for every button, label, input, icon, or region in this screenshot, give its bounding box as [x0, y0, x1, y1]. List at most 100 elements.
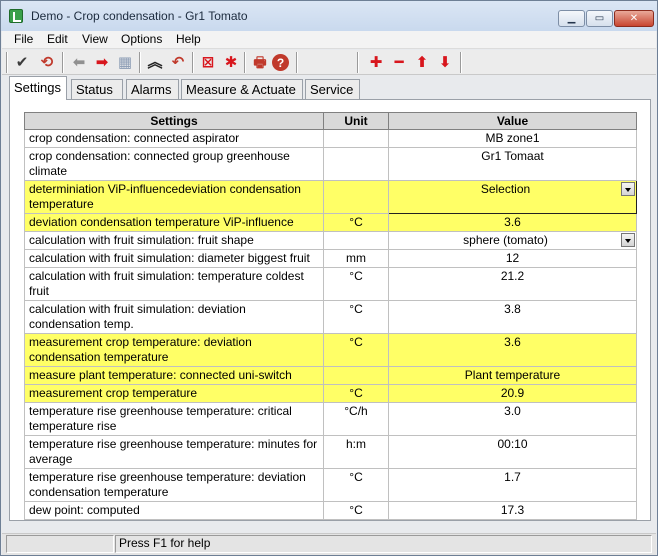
tab-alarms[interactable]: Alarms	[126, 79, 179, 99]
collapse-icon[interactable]: ︽	[145, 52, 165, 72]
menu-options[interactable]: Options	[119, 32, 164, 46]
setting-name-cell: crop condensation: connected aspirator	[24, 129, 324, 148]
table-row[interactable]: crop condensation: connected aspirator MB…	[24, 129, 637, 148]
setting-name-cell: temperature rise greenhouse temperature:…	[24, 435, 324, 469]
table-row[interactable]: measurement crop temperature °C 20.9	[24, 384, 637, 403]
value-cell[interactable]: 00:10	[388, 435, 637, 469]
table-row[interactable]: temperature rise greenhouse temperature:…	[24, 402, 637, 436]
settings-column-header[interactable]: Settings	[24, 112, 324, 130]
asterisk-icon[interactable]: ✱	[221, 52, 241, 72]
table-row[interactable]: measure plant temperature: connected uni…	[24, 366, 637, 385]
refresh-icon[interactable]: ⟲	[37, 52, 57, 72]
unit-cell: °C	[323, 468, 389, 502]
toolbar-separator	[244, 52, 246, 73]
value-cell[interactable]: 1.7	[388, 468, 637, 502]
value-text: 3.0	[504, 404, 521, 418]
move-up-icon[interactable]: ⬆	[412, 52, 432, 72]
maximize-button[interactable]: ▭	[586, 10, 613, 27]
unit-column-header[interactable]: Unit	[323, 112, 389, 130]
unit-cell: mm	[323, 249, 389, 268]
settings-panel: Settings Unit Value crop condensation: c…	[9, 99, 651, 521]
unit-cell	[323, 129, 389, 148]
value-cell[interactable]: 17.3	[388, 501, 637, 520]
value-column-header[interactable]: Value	[388, 112, 637, 130]
unit-cell	[323, 180, 389, 214]
setting-name-cell: determiniation ViP-influencedeviation co…	[24, 180, 324, 214]
setting-name-cell: calculation with fruit simulation: devia…	[24, 300, 324, 334]
value-cell[interactable]: 3.8	[388, 300, 637, 334]
menu-help[interactable]: Help	[174, 32, 203, 46]
setting-name-cell: deviation condensation temperature ViP-i…	[24, 213, 324, 232]
value-text: MB zone1	[485, 131, 540, 145]
table-row[interactable]: temperature rise greenhouse temperature:…	[24, 435, 637, 469]
unit-cell: °C	[323, 267, 389, 301]
table-row[interactable]: calculation with fruit simulation: tempe…	[24, 267, 637, 301]
tab-service[interactable]: Service	[305, 79, 360, 99]
value-text: Plant temperature	[464, 368, 561, 382]
value-dropdown[interactable]: Selection	[388, 180, 637, 214]
value-cell[interactable]: 3.6	[388, 333, 637, 367]
value-cell[interactable]: Plant temperature	[388, 366, 637, 385]
value-text: 3.8	[504, 302, 521, 316]
table-row[interactable]: dew point: computed °C 17.3	[24, 501, 637, 520]
arrow-left-icon[interactable]: ⬅	[69, 52, 89, 72]
value-cell[interactable]: MB zone1	[388, 129, 637, 148]
table-row[interactable]: temperature rise greenhouse temperature:…	[24, 468, 637, 502]
setting-name-cell: measurement crop temperature: deviation …	[24, 333, 324, 367]
setting-name-cell: calculation with fruit simulation: tempe…	[24, 267, 324, 301]
check-icon[interactable]: ✔	[12, 52, 32, 72]
status-bar: Press F1 for help	[2, 533, 656, 555]
menu-edit[interactable]: Edit	[45, 32, 70, 46]
value-cell[interactable]: 3.0	[388, 402, 637, 436]
minimize-button[interactable]: ▁	[558, 10, 585, 27]
value-text: 20.9	[500, 386, 525, 400]
value-text: 21.2	[500, 269, 525, 283]
unit-cell: °C	[323, 384, 389, 403]
menu-file[interactable]: File	[12, 32, 35, 46]
unit-cell	[323, 366, 389, 385]
value-cell[interactable]: 3.6	[388, 213, 637, 232]
undo-icon[interactable]: ↶	[168, 52, 188, 72]
table-row[interactable]: calculation with fruit simulation: devia…	[24, 300, 637, 334]
remove-icon[interactable]: ━	[389, 52, 409, 72]
value-dropdown[interactable]: sphere (tomato)	[388, 231, 637, 250]
toolbar-separator	[62, 52, 64, 73]
grid-icon[interactable]: ▦	[115, 52, 135, 72]
delete-box-icon[interactable]: ⊠	[198, 52, 218, 72]
print-icon[interactable]: 🖶	[250, 52, 270, 72]
app-icon	[9, 9, 23, 23]
chevron-down-icon[interactable]	[621, 182, 635, 196]
value-cell[interactable]: Gr1 Tomaat	[388, 147, 637, 181]
table-row[interactable]: deviation condensation temperature ViP-i…	[24, 213, 637, 232]
add-icon[interactable]: ✚	[366, 52, 386, 72]
value-text: 00:10	[497, 437, 528, 451]
value-text: 17.3	[500, 503, 525, 517]
settings-table: Settings Unit Value crop condensation: c…	[24, 112, 637, 520]
help-icon[interactable]: ?	[272, 54, 289, 71]
menu-view[interactable]: View	[80, 32, 110, 46]
menu-bar: File Edit View Options Help	[2, 31, 656, 49]
table-row[interactable]: crop condensation: connected group green…	[24, 147, 637, 181]
unit-cell: °C	[323, 501, 389, 520]
value-text: 1.7	[504, 470, 521, 484]
toolbar-separator	[296, 52, 298, 73]
tab-measure-actuate[interactable]: Measure & Actuate	[181, 79, 303, 99]
close-button[interactable]: ✕	[614, 10, 654, 27]
tab-settings[interactable]: Settings	[9, 76, 67, 100]
toolbar-separator	[460, 52, 462, 73]
table-header-row: Settings Unit Value	[24, 112, 637, 130]
table-row[interactable]: calculation with fruit simulation: diame…	[24, 249, 637, 268]
table-row[interactable]: calculation with fruit simulation: fruit…	[24, 231, 637, 250]
move-down-icon[interactable]: ⬇	[435, 52, 455, 72]
chevron-down-icon[interactable]	[621, 233, 635, 247]
value-cell[interactable]: 20.9	[388, 384, 637, 403]
value-cell[interactable]: 21.2	[388, 267, 637, 301]
table-row[interactable]: measurement crop temperature: deviation …	[24, 333, 637, 367]
tab-status[interactable]: Status	[71, 79, 123, 99]
title-bar[interactable]: Demo - Crop condensation - Gr1 Tomato ▁ …	[1, 1, 657, 31]
table-row[interactable]: determiniation ViP-influencedeviation co…	[24, 180, 637, 214]
toolbar-separator	[6, 52, 8, 73]
setting-name-cell: crop condensation: connected group green…	[24, 147, 324, 181]
arrow-right-icon[interactable]: ➡	[92, 52, 112, 72]
value-cell[interactable]: 12	[388, 249, 637, 268]
